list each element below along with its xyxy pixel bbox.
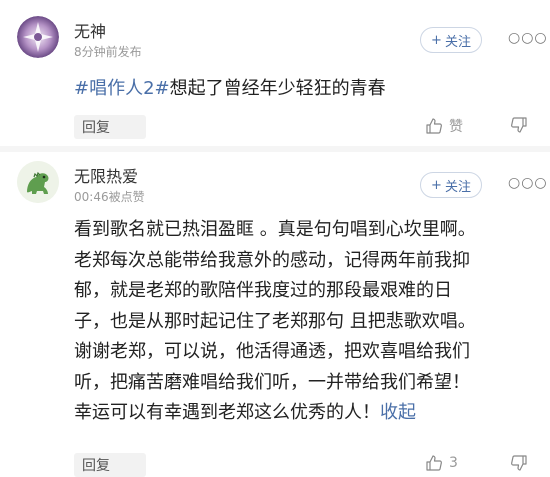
reply-label: 回复 bbox=[82, 120, 110, 136]
reply-button[interactable]: 回复 bbox=[74, 115, 146, 139]
content-line: 郁，就是老郑的歌陪伴我度过的那段最艰难的日 bbox=[74, 280, 452, 301]
content-line: 听，把痛苦磨难唱给我们听，一并带给我们希望！ bbox=[74, 371, 470, 393]
like-button[interactable]: 3 bbox=[425, 454, 458, 472]
reply-label: 回复 bbox=[82, 458, 110, 474]
post-text: 想起了曾经年少轻狂的青春 bbox=[169, 78, 386, 99]
like-label: 赞 bbox=[449, 119, 463, 135]
thumbs-down-icon bbox=[511, 117, 527, 133]
content-line: 幸运可以有幸遇到老郑这么优秀的人！ bbox=[74, 402, 380, 423]
avatar[interactable] bbox=[17, 16, 59, 58]
content-line-last: 幸运可以有幸遇到老郑这么优秀的人！收起 bbox=[74, 398, 528, 429]
reply-button[interactable]: 回复 bbox=[74, 453, 146, 477]
post-time: 00:46被点赞 bbox=[74, 190, 145, 204]
content-line: 子，也是从那时起记住了老郑那句 且把悲歌欢唱。 bbox=[74, 310, 476, 332]
like-button[interactable]: 赞 bbox=[425, 116, 463, 136]
more-options-icon[interactable]: ○○○ bbox=[508, 175, 548, 191]
collapse-link[interactable]: 收起 bbox=[380, 402, 416, 423]
post-time: 8分钟前发布 bbox=[74, 45, 142, 59]
post-content: #唱作人2#想起了曾经年少轻狂的青春 bbox=[74, 74, 528, 105]
dislike-button[interactable] bbox=[510, 116, 528, 138]
thumbs-down-icon bbox=[511, 455, 527, 471]
content-line: 谢谢老郑，可以说，他活得通透，把欢喜唱给我们 bbox=[74, 341, 470, 362]
follow-label: 关注 bbox=[444, 179, 471, 195]
like-count: 3 bbox=[449, 455, 458, 471]
follow-button[interactable]: + 关注 bbox=[420, 27, 482, 53]
dislike-button[interactable] bbox=[510, 454, 528, 476]
follow-button[interactable]: + 关注 bbox=[420, 172, 482, 198]
post-content: 看到歌名就已热泪盈眶 。真是句句唱到心坎里啊。 老郑每次总能带给我意外的感动，记… bbox=[74, 215, 528, 429]
follow-label: 关注 bbox=[444, 34, 471, 50]
content-line: 老郑每次总能带给我意外的感动，记得两年前我抑 bbox=[74, 249, 470, 271]
plus-icon: + bbox=[431, 177, 442, 193]
hashtag-link[interactable]: #唱作人2# bbox=[74, 78, 170, 99]
username[interactable]: 无限热爱 bbox=[74, 163, 138, 187]
plus-icon: + bbox=[431, 32, 442, 48]
thumbs-up-icon bbox=[426, 455, 442, 471]
thumbs-up-icon bbox=[426, 118, 442, 134]
post-divider bbox=[0, 146, 550, 152]
avatar[interactable] bbox=[17, 161, 59, 203]
content-line: 看到歌名就已热泪盈眶 。真是句句唱到心坎里啊。 bbox=[74, 219, 476, 240]
username[interactable]: 无神 bbox=[74, 18, 106, 42]
more-options-icon[interactable]: ○○○ bbox=[508, 30, 548, 46]
